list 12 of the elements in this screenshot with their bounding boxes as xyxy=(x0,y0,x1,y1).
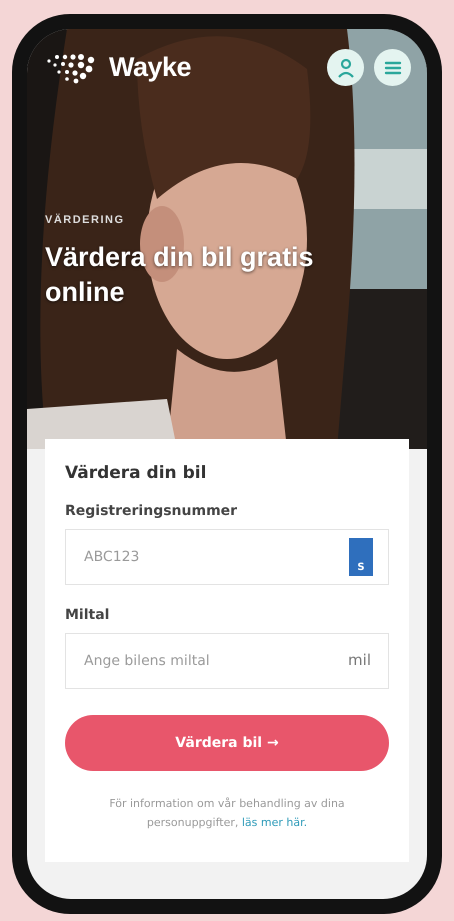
privacy-note: För information om vår behandling av dina personuppgifter, läs mer här. xyxy=(108,796,346,831)
read-more-link[interactable]: läs mer här. xyxy=(242,816,308,829)
field-label: Registreringsnummer xyxy=(65,503,238,519)
submit-button[interactable]: Värdera bil → xyxy=(65,715,389,771)
field-label: Miltal xyxy=(65,607,110,623)
person-icon xyxy=(336,58,354,78)
unit-label: mil xyxy=(348,651,371,669)
country-badge: S xyxy=(349,538,373,576)
section-label: VÄRDERING xyxy=(45,214,125,226)
menu-icon xyxy=(384,60,402,76)
logo-text[interactable]: Wayke xyxy=(109,52,192,83)
form-title: Värdera din bil xyxy=(65,463,208,483)
